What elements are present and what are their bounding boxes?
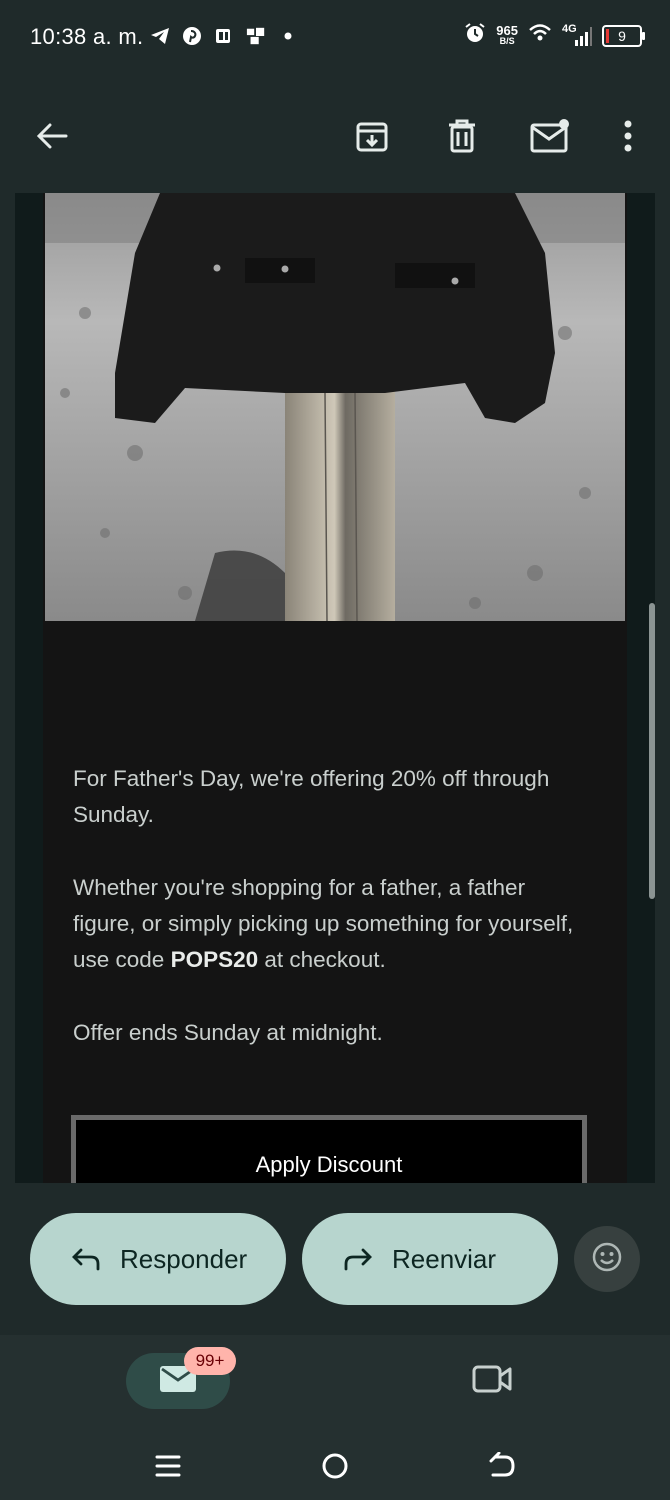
net-speed-value: 965 [496, 22, 518, 38]
telegram-icon [150, 26, 170, 46]
net-speed-unit: B/S [499, 35, 515, 46]
email-body[interactable]: For Father's Day, we're offering 20% off… [15, 193, 655, 1183]
pinterest-icon [182, 26, 202, 46]
status-bar: 10:38 a. m. 965 B/S 4G 9 [0, 0, 670, 78]
reply-icon [70, 1243, 102, 1275]
apply-discount-button[interactable]: Apply Discount [71, 1115, 587, 1183]
video-tab[interactable] [470, 1363, 514, 1399]
dot-icon [278, 26, 298, 46]
email-actions: Responder Reenviar [0, 1183, 670, 1335]
status-right: 965 B/S 4G 9 [464, 22, 645, 49]
battery-indicator: 9 [602, 24, 645, 47]
mark-unread-icon[interactable] [530, 116, 570, 156]
discount-code: POPS20 [170, 947, 259, 972]
notification-icons [150, 26, 298, 46]
recent-apps-icon[interactable] [150, 1448, 186, 1484]
delete-icon[interactable] [442, 116, 482, 156]
news-icon [214, 26, 234, 46]
system-back-icon[interactable] [484, 1448, 520, 1484]
arrow-back-icon[interactable] [32, 116, 72, 156]
email-paragraph-1: For Father's Day, we're offering 20% off… [73, 766, 550, 827]
home-icon[interactable] [317, 1448, 353, 1484]
product-photo [45, 193, 625, 621]
system-navigation [0, 1430, 670, 1500]
reply-label: Responder [120, 1243, 248, 1274]
apply-discount-label: Apply Discount [255, 1152, 403, 1177]
more-vert-icon[interactable] [608, 116, 648, 156]
forward-icon [342, 1243, 374, 1275]
emoji-reaction-button[interactable] [574, 1226, 640, 1292]
unread-badge: 99+ [184, 1347, 236, 1375]
scrollbar[interactable] [649, 603, 655, 899]
email-paragraph-2-tail: at checkout. [258, 947, 386, 972]
archive-icon[interactable] [352, 116, 392, 156]
forward-label: Reenviar [392, 1243, 497, 1274]
status-time: 10:38 a. m. [30, 24, 144, 49]
forward-button[interactable]: Reenviar [302, 1213, 558, 1305]
signal-icon: 4G [562, 23, 592, 47]
net-speed: 965 B/S [496, 22, 518, 47]
email-message: For Father's Day, we're offering 20% off… [73, 761, 593, 1088]
email-card: For Father's Day, we're offering 20% off… [43, 193, 627, 1183]
videocam-icon [472, 1364, 512, 1399]
email-paragraph-3: Offer ends Sunday at midnight. [73, 1020, 383, 1045]
smiley-icon [591, 1241, 623, 1278]
wifi-icon [528, 23, 552, 48]
battery-level: 9 [618, 27, 626, 44]
email-toolbar [0, 78, 670, 193]
bottom-navigation: 99+ [0, 1335, 670, 1430]
email-paragraph-2: Whether you're shopping for a father, a … [73, 870, 593, 978]
reply-button[interactable]: Responder [30, 1213, 286, 1305]
app-icon [246, 26, 266, 46]
alarm-icon [464, 22, 486, 49]
